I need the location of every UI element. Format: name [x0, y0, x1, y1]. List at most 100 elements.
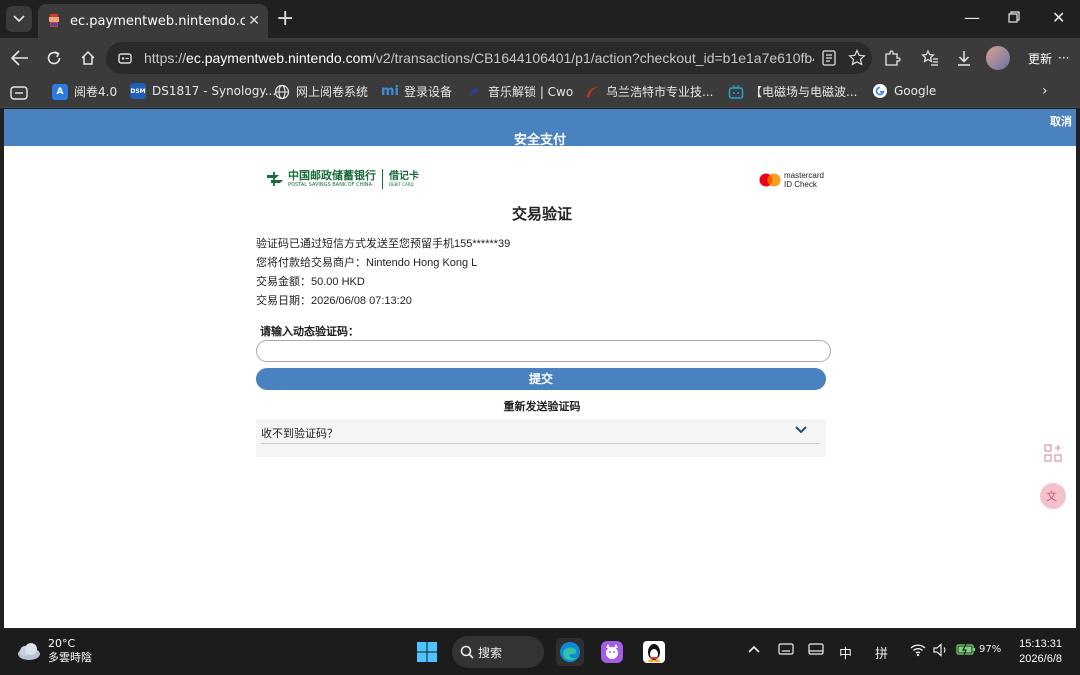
bookmark-label: 【电磁场与电磁波...: [750, 85, 858, 99]
sidebar-toggle-icon[interactable]: [10, 86, 28, 100]
keyboard-tray[interactable]: [778, 643, 794, 659]
url-prefix: https://: [144, 50, 187, 66]
bookmarks-bar: A 阅卷4.0 DSM DS1817 - Synology... 网上阅卷系统 mi…: [0, 78, 1080, 108]
speaker-icon: [933, 643, 946, 657]
reader-mode-icon[interactable]: [822, 50, 836, 66]
mario-favicon-icon: [49, 14, 59, 27]
weather-widget[interactable]: 20°C 多雲時陰: [16, 637, 92, 665]
new-tab-button[interactable]: +: [276, 8, 294, 30]
update-button[interactable]: 更新 ···: [1020, 44, 1077, 72]
mastercard-label: mastercard: [783, 171, 824, 180]
bookmark-item[interactable]: Google: [872, 83, 936, 99]
bookmark-item[interactable]: 乌兰浩特市专业技...: [584, 83, 713, 100]
tab-strip: ec.paymentweb.nintendo.com/v2/ ✕ + — ✕: [0, 0, 1080, 38]
mi-icon: mi: [381, 84, 400, 99]
chevron-down-icon[interactable]: [794, 423, 808, 437]
url-text[interactable]: https://ec.paymentweb.nintendo.com/v2/tr…: [144, 50, 814, 66]
chevron-right-icon[interactable]: ›: [1042, 83, 1048, 99]
site-info-icon[interactable]: [116, 49, 134, 67]
taskbar-search[interactable]: 搜索: [452, 636, 544, 668]
download-icon: [958, 51, 970, 66]
restore-button[interactable]: [1008, 8, 1020, 27]
back-button[interactable]: [8, 46, 32, 70]
wifi-tray[interactable]: [910, 643, 926, 661]
submit-button[interactable]: 提交: [256, 368, 826, 390]
bank-name-cn: 中国邮政储蓄银行: [288, 168, 376, 182]
favorites-button[interactable]: [918, 46, 942, 70]
more-icon[interactable]: ···: [1058, 51, 1069, 65]
show-hidden-icons[interactable]: [748, 643, 760, 658]
ime-pinyin[interactable]: 拼: [875, 643, 888, 662]
bookmark-item[interactable]: DSM DS1817 - Synology...: [130, 83, 276, 99]
psbc-emblem-icon: [267, 172, 283, 186]
edge-taskbar-button[interactable]: [556, 638, 584, 666]
bookmark-item[interactable]: A 阅卷4.0: [52, 83, 117, 100]
sms-notice: 验证码已通过短信方式发送至您预留手机155******39: [256, 238, 511, 250]
reload-button[interactable]: [42, 46, 66, 70]
volume-tray[interactable]: [933, 643, 949, 661]
bookmark-label: DS1817 - Synology...: [152, 84, 277, 98]
faq-divider: [261, 443, 820, 444]
bookmark-item[interactable]: 网上阅卷系统: [274, 83, 368, 100]
logo-divider: [382, 169, 383, 189]
favorite-star-icon[interactable]: [848, 49, 866, 67]
resend-code-link[interactable]: 重新发送验证码: [256, 398, 828, 414]
bookmark-label: 网上阅卷系统: [296, 85, 369, 99]
bookmark-item[interactable]: 音乐解锁 | Cwo: [466, 83, 573, 100]
amount-line: 交易金额：50.00 HKD: [256, 276, 365, 288]
otp-input[interactable]: [256, 340, 831, 362]
tablet-icon: [808, 643, 824, 655]
system-clock[interactable]: 15:13:31 2026/6/8: [1019, 637, 1062, 667]
translate-button[interactable]: 文: [1040, 483, 1066, 509]
bookmark-label: 登录设备: [404, 85, 453, 99]
cat-app-icon: [601, 641, 623, 663]
page-title: 安全支付: [513, 133, 566, 148]
tab-actions-menu-button[interactable]: [6, 6, 32, 32]
start-button[interactable]: [413, 638, 441, 666]
reload-icon: [47, 51, 61, 65]
minimize-button[interactable]: —: [964, 8, 980, 27]
battery-tray[interactable]: 97%: [956, 643, 1001, 655]
bank-name-en: POSTAL SAVINGS BANK OF CHINA: [288, 181, 372, 188]
tablet-mode-tray[interactable]: [808, 643, 824, 659]
yuejuan-app-icon: A: [52, 83, 68, 100]
side-panel-tool-button[interactable]: [1040, 440, 1066, 466]
edge-browser-icon: [560, 642, 580, 662]
url-path: /v2/transactions/CB1644106401/p1/action?…: [372, 50, 814, 66]
windows-logo-icon: [417, 642, 437, 662]
id-check-label: ID Check: [783, 180, 817, 189]
profile-avatar[interactable]: [986, 46, 1010, 70]
home-button[interactable]: [76, 46, 100, 70]
update-label: 更新: [1028, 51, 1053, 66]
tab-title: ec.paymentweb.nintendo.com/v2/: [70, 13, 245, 29]
close-window-button[interactable]: ✕: [1052, 8, 1065, 27]
close-tab-icon[interactable]: ✕: [248, 13, 260, 29]
bookmark-item[interactable]: 【电磁场与电磁波...: [728, 83, 857, 100]
bookmark-label: Google: [894, 84, 937, 98]
bank-logo: 中国邮政储蓄银行 POSTAL SAVINGS BANK OF CHINA 借记…: [266, 169, 419, 189]
cancel-link[interactable]: 取消: [1050, 113, 1072, 129]
home-icon: [81, 50, 95, 65]
qq-taskbar-button[interactable]: [640, 638, 668, 666]
google-icon: [873, 84, 887, 98]
bilibili-tv-icon: [728, 84, 744, 99]
address-bar[interactable]: https://ec.paymentweb.nintendo.com/v2/tr…: [106, 42, 872, 74]
ime-mode[interactable]: 中: [839, 643, 852, 662]
extensions-button[interactable]: [880, 46, 904, 70]
weather-description: 多雲時陰: [48, 651, 92, 664]
active-tab[interactable]: ec.paymentweb.nintendo.com/v2/ ✕: [38, 4, 268, 38]
card-type-en: DEBIT CARD: [389, 181, 414, 187]
qq-penguin-icon: [643, 641, 665, 663]
bookmark-item[interactable]: mi 登录设备: [381, 83, 453, 100]
chevron-down-icon: [13, 15, 25, 23]
puzzle-icon: [885, 50, 901, 66]
faq-accordion[interactable]: 收不到验证码？: [256, 419, 826, 457]
cat-app-taskbar-button[interactable]: [598, 638, 626, 666]
restore-icon: [1008, 11, 1020, 23]
battery-charging-icon: [956, 643, 975, 655]
faq-label: 收不到验证码？: [261, 427, 338, 440]
arrow-left-icon: [11, 50, 28, 66]
dsm-icon: DSM: [130, 83, 146, 99]
clock-time: 15:13:31: [1019, 638, 1062, 650]
downloads-button[interactable]: [952, 46, 976, 70]
